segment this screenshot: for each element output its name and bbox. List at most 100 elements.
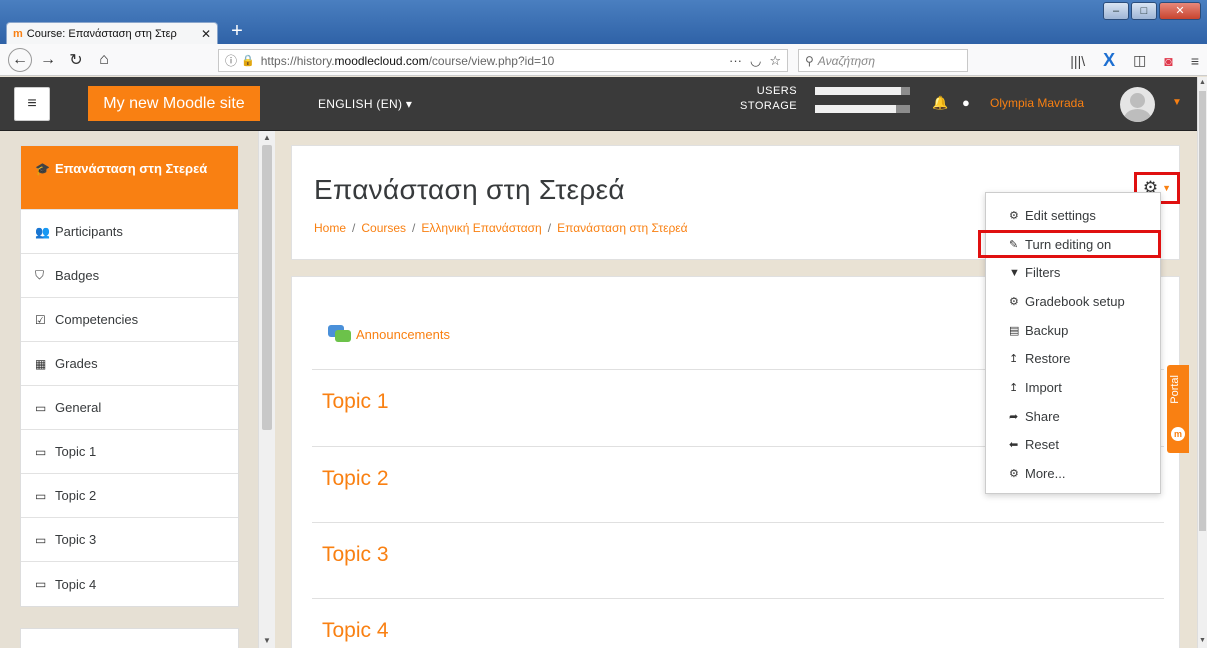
menu-item-filters[interactable]: ▼ Filters — [986, 258, 1160, 287]
x-extension-icon[interactable]: X — [1103, 50, 1115, 71]
menu-item-label: Backup — [1025, 322, 1069, 338]
nav-item-current-course[interactable]: 🎓 Επανάσταση στη Στερεά — [21, 146, 238, 210]
hamburger-icon[interactable]: ≡ — [14, 87, 50, 121]
chevron-down-icon: ▼ — [1162, 183, 1172, 193]
menu-item-backup[interactable]: ▤ Backup — [986, 316, 1160, 345]
browser-tabstrip: m Course: Επανάσταση στη Στερ ✕ + – □ ✕ — [0, 0, 1207, 45]
moodle-favicon-icon: m — [13, 28, 23, 40]
menu-item-label: Import — [1025, 379, 1062, 395]
upload-icon: ↥ — [1009, 353, 1019, 366]
language-menu[interactable]: ENGLISH (EN) ▾ — [318, 97, 412, 111]
breadcrumb-course[interactable]: Επανάσταση στη Στερεά — [557, 221, 688, 235]
reload-button[interactable]: ↻ — [64, 48, 88, 72]
pocket-save-icon[interactable]: ◙ — [1164, 53, 1172, 69]
filter-icon: ▼ — [1009, 266, 1020, 279]
nav-item-badges[interactable]: ⛉ Badges — [21, 254, 238, 298]
users-usage-bar — [815, 87, 910, 95]
portal-tab[interactable]: Portal m — [1167, 365, 1189, 453]
nav-item-label: Competencies — [55, 312, 139, 327]
menu-item-gradebook-setup[interactable]: ⚙ Gradebook setup — [986, 287, 1160, 316]
scroll-up-arrow-icon[interactable]: ▲ — [263, 133, 271, 142]
messages-icon[interactable]: ● — [962, 95, 970, 110]
notifications-bell-icon[interactable]: 🔔 — [932, 95, 948, 111]
menu-item-share[interactable]: ➦ Share — [986, 402, 1160, 431]
url-host: moodlecloud.com — [334, 53, 429, 68]
nav-item-participants[interactable]: 👥 Participants — [21, 210, 238, 254]
page-actions-icon[interactable]: ··· — [729, 53, 742, 68]
file-archive-icon: ▤ — [1009, 324, 1020, 337]
topic-section: Topic 3 — [312, 522, 1164, 598]
drawer-scroll-thumb[interactable] — [262, 145, 272, 430]
user-name[interactable]: Olympia Mavrada — [990, 96, 1084, 110]
menu-item-edit-settings[interactable]: ⚙ Edit settings — [986, 201, 1160, 230]
library-icon[interactable]: |||\ — [1070, 53, 1085, 69]
avatar[interactable] — [1120, 87, 1155, 122]
nav-item-label: General — [55, 400, 102, 415]
nav-item-grades[interactable]: ▦ Grades — [21, 342, 238, 386]
nav-item-label: Topic 2 — [55, 488, 97, 503]
user-menu-caret-icon[interactable]: ▼ — [1172, 97, 1182, 108]
page-title: Επανάσταση στη Στερεά — [314, 174, 625, 205]
browser-menu-icon[interactable]: ≡ — [1191, 53, 1199, 69]
pocket-icon[interactable]: ◡ — [750, 53, 761, 69]
close-window-button[interactable]: ✕ — [1159, 2, 1201, 20]
folder-icon: ▭ — [35, 532, 47, 547]
nav-item-label: Επανάσταση στη Στερεά — [55, 161, 208, 176]
menu-item-reset[interactable]: ⬅ Reset — [986, 431, 1160, 460]
menu-item-restore[interactable]: ↥ Restore — [986, 344, 1160, 373]
home-button[interactable]: ⌂ — [92, 48, 116, 72]
storage-label: STORAGE — [740, 100, 798, 112]
menu-item-turn-editing-on[interactable]: ✎ Turn editing on — [978, 229, 1161, 259]
nav-item-topic-2[interactable]: ▭ Topic 2 — [21, 474, 238, 518]
storage-usage-bar — [815, 105, 910, 113]
users-usage-fill — [815, 87, 901, 95]
topic-title[interactable]: Topic 2 — [322, 467, 389, 491]
topic-title[interactable]: Topic 1 — [322, 390, 389, 414]
breadcrumb-home[interactable]: Home — [314, 221, 346, 235]
nav-item-topic-4[interactable]: ▭ Topic 4 — [21, 562, 238, 606]
tab-close-icon[interactable]: ✕ — [201, 27, 211, 41]
menu-item-label: Restore — [1025, 351, 1071, 367]
breadcrumb: Home / Courses / Ελληνική Επανάσταση / Επανάστ… — [314, 221, 688, 235]
menu-item-import[interactable]: ↥ Import — [986, 373, 1160, 402]
scroll-down-arrow-icon[interactable]: ▼ — [1199, 637, 1206, 644]
new-tab-button[interactable]: + — [226, 20, 248, 42]
nav-item-competencies[interactable]: ☑ Competencies — [21, 298, 238, 342]
topic-title[interactable]: Topic 3 — [322, 543, 389, 567]
site-name-link[interactable]: My new Moodle site — [88, 86, 260, 121]
portal-label: Portal — [1169, 375, 1181, 404]
breadcrumb-category[interactable]: Ελληνική Επανάσταση — [421, 221, 541, 235]
url-bar[interactable]: ⓘ 🔒 https://history. moodlecloud.com/cour… — [218, 49, 788, 72]
forward-button[interactable]: → — [36, 48, 60, 72]
minimize-button[interactable]: – — [1103, 2, 1129, 20]
topic-title[interactable]: Topic 4 — [322, 619, 389, 643]
folder-icon: ▭ — [35, 444, 47, 459]
scroll-up-arrow-icon[interactable]: ▲ — [1199, 79, 1206, 86]
search-icon: ⚲ — [805, 53, 814, 68]
nav-item-label: Topic 1 — [55, 444, 97, 459]
menu-item-more[interactable]: ⚙ More... — [986, 459, 1160, 488]
search-placeholder: Αναζήτηση — [817, 53, 876, 68]
drawer-scrollbar[interactable]: ▲ ▼ — [258, 131, 275, 648]
scroll-down-arrow-icon[interactable]: ▼ — [263, 636, 271, 645]
folder-icon: ▭ — [35, 488, 47, 503]
announcements-link[interactable]: Announcements — [328, 325, 450, 343]
forum-icon — [328, 325, 352, 343]
nav-item-label: Badges — [55, 268, 100, 283]
maximize-button[interactable]: □ — [1131, 2, 1157, 20]
sidebar-icon[interactable]: ◫ — [1133, 52, 1146, 69]
nav-item-topic-3[interactable]: ▭ Topic 3 — [21, 518, 238, 562]
page-scrollbar[interactable]: ▲ ▼ — [1197, 77, 1207, 648]
bookmark-star-icon[interactable]: ☆ — [769, 53, 781, 69]
page-scroll-thumb[interactable] — [1199, 91, 1206, 531]
search-bar[interactable]: ⚲ Αναζήτηση — [798, 49, 968, 72]
folder-icon: ▭ — [35, 577, 47, 591]
url-actions: ··· ◡ ☆ — [729, 50, 787, 71]
info-icon[interactable]: ⓘ — [225, 52, 237, 69]
nav-item-general[interactable]: ▭ General — [21, 386, 238, 430]
breadcrumb-courses[interactable]: Courses — [361, 221, 406, 235]
nav-item-topic-1[interactable]: ▭ Topic 1 — [21, 430, 238, 474]
back-button[interactable]: ← — [8, 47, 32, 72]
arrow-left-icon: ⬅ — [1009, 439, 1019, 452]
browser-tab[interactable]: m Course: Επανάσταση στη Στερ ✕ — [6, 22, 218, 45]
